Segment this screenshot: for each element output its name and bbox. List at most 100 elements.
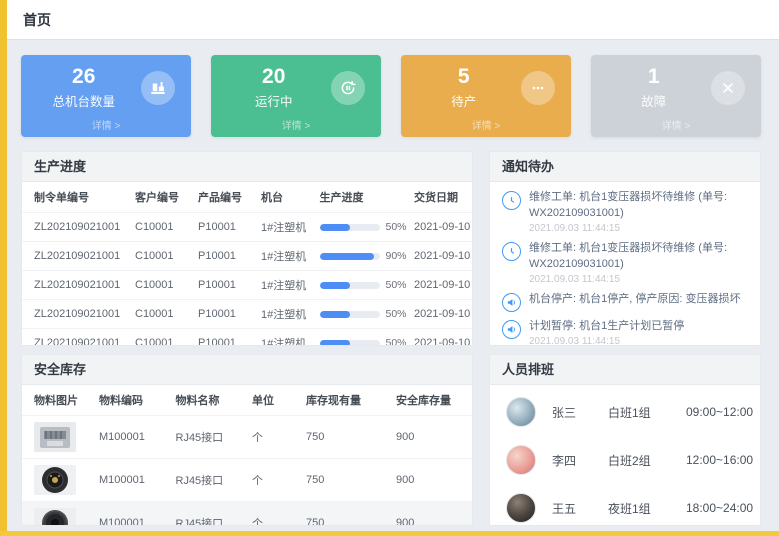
progress-bar (320, 340, 380, 347)
staff-shift: 白班2组 (608, 452, 686, 469)
stat-detail-link[interactable]: 详情 > (211, 117, 381, 132)
stat-card-total-machines[interactable]: 26 总机台数量 详情 > (21, 55, 191, 137)
table-header-row: 制令单编号 客户编号 产品编号 机台 生产进度 交货日期 (22, 182, 472, 213)
col-material-image: 物料图片 (22, 385, 94, 416)
col-material-name: 物料名称 (171, 385, 248, 416)
table-row[interactable]: M100001 RJ45接口 个 750 900 (22, 459, 472, 502)
table-row[interactable]: ZL202109021001 C10001 P10001 1#注塑机 90% 2… (22, 242, 472, 271)
stat-label: 故障 (601, 91, 706, 110)
cell-customer: C10001 (130, 213, 193, 242)
progress-bar (320, 282, 380, 289)
cell-machine: 1#注塑机 (256, 242, 315, 271)
cell-stock: 750 (301, 416, 391, 459)
stat-card-main: 5 待产 (411, 65, 516, 110)
col-safety-stock: 安全库存量 (391, 385, 472, 416)
schedule-row[interactable]: 王五 夜班1组 18:00~24:00 (506, 493, 744, 523)
schedule-list: 张三 白班1组 09:00~12:00 李四 白班2组 12:00~16:00 … (490, 385, 760, 526)
speaker-part-photo (34, 508, 76, 526)
dashboard-screen: 首页 26 总机台数量 详情 > 20 运行中 (0, 0, 779, 536)
clock-icon (502, 191, 521, 210)
speaker-icon (502, 320, 521, 339)
col-material-code: 物料编码 (94, 385, 171, 416)
avatar (506, 493, 536, 523)
notification-item[interactable]: 维修工单: 机台1变压器损坏待维修 (单号: WX202109031001) 2… (502, 241, 748, 285)
col-product-no: 产品编号 (193, 182, 256, 213)
rj45-connector-photo (34, 422, 76, 452)
table-row[interactable]: ZL202109021001 C10001 P10001 1#注塑机 50% 2… (22, 213, 472, 242)
col-unit: 单位 (247, 385, 301, 416)
table-row[interactable]: ZL202109021001 C10001 P10001 1#注塑机 50% 2… (22, 300, 472, 329)
running-icon (331, 71, 365, 105)
schedule-row[interactable]: 李四 白班2组 12:00~16:00 (506, 445, 744, 475)
stat-cards: 26 总机台数量 详情 > 20 运行中 详情 > (21, 55, 761, 137)
progress-label: 50% (386, 337, 407, 346)
page-title[interactable]: 首页 (23, 10, 51, 30)
window-edge-left (0, 0, 7, 536)
progress-label: 90% (386, 250, 407, 262)
progress-label: 50% (386, 221, 407, 233)
notification-item[interactable]: 计划暂停: 机台1生产计划已暂停 2021.09.03 11:44:15 (502, 319, 748, 345)
cell-date: 2021-09-10 (409, 300, 472, 329)
notification-body: 计划暂停: 机台1生产计划已暂停 2021.09.03 11:44:15 (529, 319, 684, 345)
cell-customer: C10001 (130, 242, 193, 271)
cell-order: ZL202109021001 (22, 300, 130, 329)
notification-time: 2021.09.03 11:44:15 (529, 274, 748, 285)
stat-label: 待产 (411, 91, 516, 110)
panel-production-progress: 生产进度 制令单编号 客户编号 产品编号 机台 生产进度 交货日期 (21, 151, 473, 346)
inventory-table: 物料图片 物料编码 物料名称 单位 库存现有量 安全库存量 (22, 385, 472, 526)
staff-shift: 白班1组 (608, 404, 686, 421)
cell-customer: C10001 (130, 271, 193, 300)
stat-value: 26 (31, 65, 136, 88)
panel-grid: 生产进度 制令单编号 客户编号 产品编号 机台 生产进度 交货日期 (21, 151, 761, 526)
stat-card-fault[interactable]: 1 故障 详情 > (591, 55, 761, 137)
progress-bar (320, 224, 380, 231)
notification-item[interactable]: 机台停产: 机台1停产, 停产原因: 变压器损坏 (502, 292, 748, 312)
table-row[interactable]: ZL202109021001 C10001 P10001 1#注塑机 50% 2… (22, 271, 472, 300)
stat-card-running[interactable]: 20 运行中 详情 > (211, 55, 381, 137)
table-row[interactable]: M100001 RJ45接口 个 750 900 (22, 416, 472, 459)
panel-staff-schedule: 人员排班 张三 白班1组 09:00~12:00 李四 白班2组 12:00~1… (489, 354, 761, 526)
stat-card-main: 1 故障 (601, 65, 706, 110)
cell-date: 2021-09-10 (409, 271, 472, 300)
cell-unit: 个 (247, 416, 301, 459)
fault-icon (711, 71, 745, 105)
col-machine: 机台 (256, 182, 315, 213)
cell-product: P10001 (193, 271, 256, 300)
panel-notifications: 通知待办 维修工单: 机台1变压器损坏待维修 (单号: WX2021090310… (489, 151, 761, 346)
progress-label: 50% (386, 308, 407, 320)
cell-date: 2021-09-10 (409, 329, 472, 347)
cell-machine: 1#注塑机 (256, 213, 315, 242)
stat-card-main: 26 总机台数量 (31, 65, 136, 110)
stat-card-waiting[interactable]: 5 待产 详情 > (401, 55, 571, 137)
avatar (506, 445, 536, 475)
notification-text: 机台停产: 机台1停产, 停产原因: 变压器损坏 (529, 292, 740, 308)
cell-customer: C10001 (130, 329, 193, 347)
staff-time: 09:00~12:00 (686, 405, 753, 419)
production-table: 制令单编号 客户编号 产品编号 机台 生产进度 交货日期 ZL202109021… (22, 182, 472, 346)
table-row[interactable]: M100001 RJ45接口 个 750 900 (22, 502, 472, 527)
cell-safety: 900 (391, 416, 472, 459)
stat-detail-link[interactable]: 详情 > (401, 117, 571, 132)
speaker-icon (502, 293, 521, 312)
cell-order: ZL202109021001 (22, 329, 130, 347)
cell-date: 2021-09-10 (409, 213, 472, 242)
notification-body: 维修工单: 机台1变压器损坏待维修 (单号: WX202109031001) 2… (529, 190, 748, 234)
cell-safety: 900 (391, 459, 472, 502)
staff-time: 12:00~16:00 (686, 453, 753, 467)
notification-text: 计划暂停: 机台1生产计划已暂停 (529, 319, 684, 335)
cell-progress: 50% (315, 300, 410, 329)
round-connector-photo (34, 465, 76, 495)
cell-material-name: RJ45接口 (171, 502, 248, 527)
staff-name: 张三 (552, 404, 608, 421)
schedule-row[interactable]: 张三 白班1组 09:00~12:00 (506, 397, 744, 427)
notification-time: 2021.09.03 11:44:15 (529, 223, 748, 234)
table-row[interactable]: ZL202109021001 C10001 P10001 1#注塑机 50% 2… (22, 329, 472, 347)
stat-detail-link[interactable]: 详情 > (21, 117, 191, 132)
notification-list: 维修工单: 机台1变压器损坏待维修 (单号: WX202109031001) 2… (490, 182, 760, 345)
notification-item[interactable]: 维修工单: 机台1变压器损坏待维修 (单号: WX202109031001) 2… (502, 190, 748, 234)
panel-title-notifications: 通知待办 (490, 152, 760, 182)
cell-material-code: M100001 (94, 502, 171, 527)
stat-detail-link[interactable]: 详情 > (591, 117, 761, 132)
notification-body: 机台停产: 机台1停产, 停产原因: 变压器损坏 (529, 292, 740, 308)
staff-shift: 夜班1组 (608, 500, 686, 517)
